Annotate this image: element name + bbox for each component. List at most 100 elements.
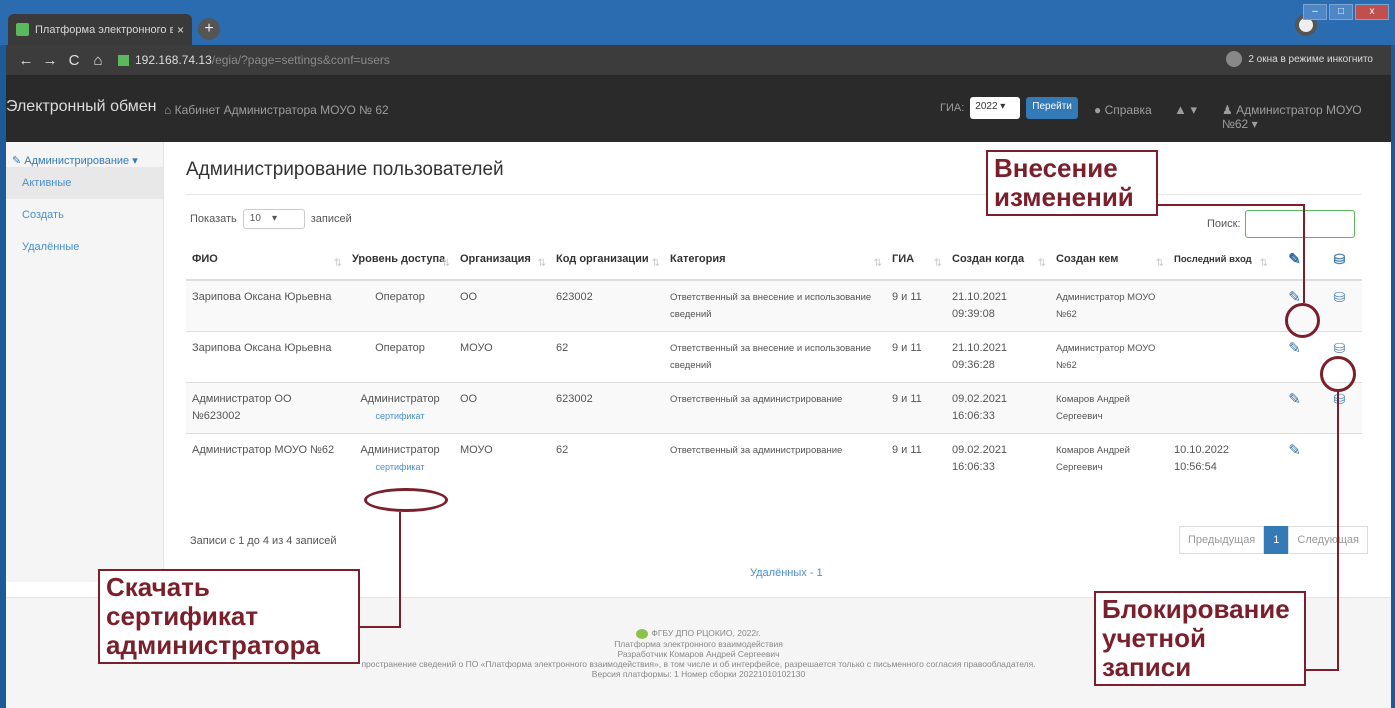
notifications-button[interactable]: ▲ ▾ (1174, 102, 1197, 118)
cell-created: 09.02.2021 16:06:33 (946, 433, 1050, 484)
incognito-icon (1226, 51, 1243, 67)
sort-icon: ⇅ (1037, 258, 1046, 269)
main-content: Администрирование пользователей Показать… (172, 142, 1368, 582)
tab-close-icon[interactable]: × (177, 23, 184, 37)
col-gia[interactable]: ГИА ⇅ (886, 240, 946, 281)
home-icon[interactable]: ⌂ (86, 52, 110, 69)
address-bar: ← → C ⌂ 192.168.74.13 /egia/?page=settin… (6, 45, 1391, 75)
block-account-icon[interactable]: ⛁ (1334, 289, 1346, 305)
forward-icon[interactable]: → (38, 52, 62, 69)
search-label: Поиск: (1207, 218, 1241, 230)
block-account-icon[interactable]: ⛁ (1334, 391, 1346, 407)
block-callout: Блокирование учетной записи (1094, 591, 1306, 687)
chevron-down-icon: ▾ (1000, 101, 1006, 112)
col-created[interactable]: Создан когда ⇅ (946, 240, 1050, 281)
page-length-select[interactable]: 10 ▾ (242, 209, 305, 229)
edit-header-icon: ✎ (1288, 251, 1301, 268)
sort-icon: ⇅ (873, 258, 882, 269)
breadcrumb[interactable]: ⌂ Кабинет Администратора МОУО № 62 (164, 103, 389, 117)
home-crumb-icon: ⌂ (164, 103, 175, 117)
user-menu[interactable]: ♟ Администратор МОУО №62 ▾ (1222, 103, 1391, 131)
help-label: Справка (1104, 103, 1152, 117)
sort-icon: ⇅ (1155, 258, 1164, 269)
app-navbar: Электронный обмен ⌂ Кабинет Администрато… (6, 75, 1391, 142)
minimize-icon[interactable]: – (1303, 4, 1327, 20)
url-field[interactable]: 192.168.74.13 /egia/?page=settings&conf=… (118, 53, 390, 67)
col-category[interactable]: Категория ⇅ (664, 240, 886, 281)
brand-link[interactable]: Электронный обмен (6, 98, 157, 116)
cell-code: 623002 (550, 279, 664, 332)
url-host: 192.168.74.13 (135, 53, 212, 67)
cell-block: ⛁ (1317, 279, 1362, 332)
cell-fio: Администратор МОУО №62 (186, 433, 346, 484)
table-info: Записи с 1 до 4 из 4 записей (190, 535, 337, 547)
footer-org: ФГБУ ДПО РЦОКИО, 2022г. (651, 628, 761, 638)
search-input[interactable] (1244, 210, 1355, 238)
page-1-button[interactable]: 1 (1264, 526, 1289, 554)
sidebar-header[interactable]: ✎ Администрирование ▾ (6, 142, 163, 167)
browser-tab[interactable]: Платформа электронного взаи × (8, 14, 192, 45)
deleted-count-link[interactable]: Удалённых - 1 (750, 567, 823, 579)
cell-org: ОО (454, 382, 550, 434)
info-icon: ● (1094, 103, 1105, 117)
col-org-label: Организация (460, 253, 531, 265)
sort-icon: ⇅ (333, 258, 342, 269)
cell-edit: ✎ (1272, 382, 1317, 434)
col-last-login[interactable]: Последний вход ⇅ (1168, 240, 1272, 281)
prev-page-button[interactable]: Предыдущая (1179, 526, 1265, 554)
cell-level: Оператор (346, 331, 454, 383)
certificate-link[interactable]: сертификат (352, 408, 448, 425)
sidebar-item-deleted[interactable]: Удалённые (6, 231, 163, 263)
close-window-icon[interactable]: x (1355, 4, 1389, 20)
edit-icon[interactable]: ✎ (1288, 340, 1301, 357)
next-page-button[interactable]: Следующая (1288, 526, 1368, 554)
cell-created: 21.10.2021 09:39:08 (946, 279, 1050, 332)
sort-icon: ⇅ (537, 258, 546, 269)
col-category-label: Категория (670, 253, 726, 265)
user-icon: ♟ (1222, 103, 1237, 117)
sidebar-item-active[interactable]: Активные (6, 167, 163, 199)
incognito-indicator[interactable]: 2 окна в режиме инкогнито (1226, 51, 1373, 67)
site-info-icon[interactable] (118, 54, 129, 66)
cell-gia: 9 и 11 (886, 382, 946, 434)
gia-year-select[interactable]: 2022 ▾ (970, 97, 1021, 119)
cell-level: Администратор сертификат (346, 382, 454, 434)
cell-created-by: Комаров Андрей Сергеевич (1050, 433, 1168, 484)
col-created-by[interactable]: Создан кем ⇅ (1050, 240, 1168, 281)
cell-created-by: Комаров Андрей Сергеевич (1050, 382, 1168, 434)
edit-icon[interactable]: ✎ (1288, 442, 1301, 459)
cell-code: 62 (550, 331, 664, 383)
new-tab-button[interactable]: + (198, 18, 220, 40)
table-row: Зарипова Оксана Юрьевна Оператор ОО 6230… (186, 279, 1362, 332)
sort-icon: ⇅ (1259, 258, 1268, 269)
block-account-icon[interactable]: ⛁ (1334, 340, 1346, 356)
block-highlight-oval (1320, 356, 1356, 392)
col-fio[interactable]: ФИО ⇅ (186, 240, 346, 281)
cell-last-login (1168, 331, 1272, 383)
col-gia-label: ГИА (892, 253, 915, 265)
sidebar-item-create[interactable]: Создать (6, 199, 163, 231)
level-text: Администратор (360, 393, 440, 405)
edit-callout: Внесение изменений (986, 150, 1158, 217)
col-org[interactable]: Организация ⇅ (454, 240, 550, 281)
maximize-icon[interactable]: □ (1329, 4, 1353, 20)
go-button[interactable]: Перейти (1026, 97, 1078, 119)
cell-category: Ответственный за внесение и использовани… (664, 279, 886, 332)
col-level[interactable]: Уровень доступа ⇅ (346, 240, 454, 281)
help-link[interactable]: ● Справка (1094, 103, 1152, 117)
col-code[interactable]: Код организации ⇅ (550, 240, 664, 281)
back-icon[interactable]: ← (14, 52, 38, 69)
reload-icon[interactable]: C (62, 52, 86, 69)
col-last-login-label: Последний вход (1174, 254, 1252, 265)
page-length-value: 10 (249, 213, 261, 224)
cell-level: Оператор (346, 279, 454, 332)
sidebar-header-label: Администрирование (24, 155, 130, 167)
browser-tabbar: Платформа электронного взаи × + – □ x (0, 0, 1395, 45)
sort-icon: ⇅ (651, 258, 660, 269)
edit-icon[interactable]: ✎ (1288, 391, 1301, 408)
breadcrumb-label: Кабинет Администратора МОУО № 62 (174, 103, 389, 117)
col-fio-label: ФИО (192, 253, 218, 265)
gia-year-value: 2022 (975, 101, 998, 112)
sort-icon: ⇅ (933, 258, 942, 269)
certificate-link[interactable]: сертификат (352, 459, 448, 476)
